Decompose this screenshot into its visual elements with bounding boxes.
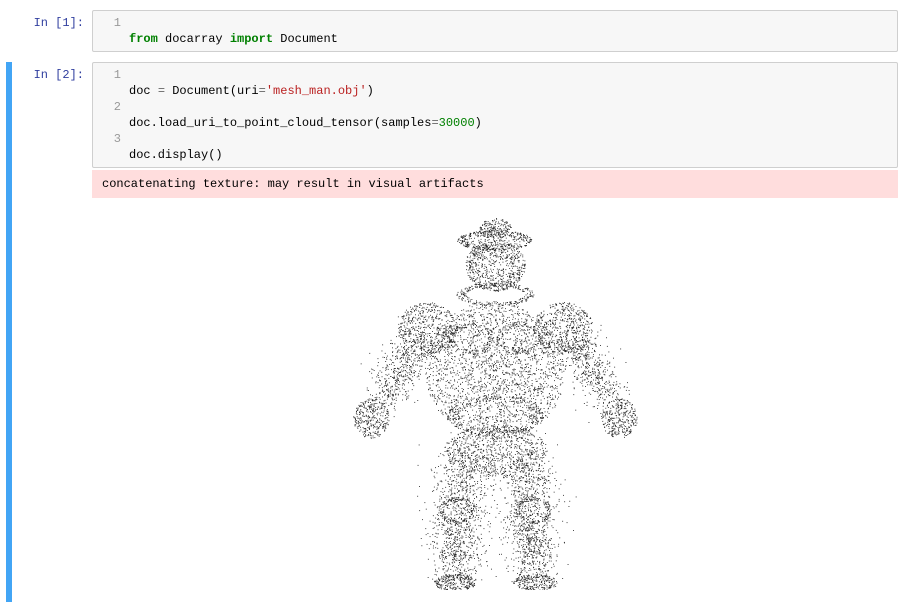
- cell-body: 1 doc = Document(uri='mesh_man.obj') 2 d…: [92, 62, 898, 602]
- code-text: from docarray import Document: [129, 15, 897, 47]
- stderr-output: concatenating texture: may result in vis…: [92, 170, 898, 198]
- cell-run-indicator: [6, 62, 12, 602]
- point-cloud-figure: [315, 210, 675, 590]
- line-number: 1: [93, 67, 129, 99]
- code-text: doc.load_uri_to_point_cloud_tensor(sampl…: [129, 99, 897, 131]
- line-number: 3: [93, 131, 129, 163]
- input-prompt: In [1]:: [12, 10, 92, 30]
- code-input-area[interactable]: 1 doc = Document(uri='mesh_man.obj') 2 d…: [92, 62, 898, 168]
- notebook-cell: In [2]: 1 doc = Document(uri='mesh_man.o…: [6, 58, 898, 606]
- code-input-area[interactable]: 1 from docarray import Document: [92, 10, 898, 52]
- code-line: 1 from docarray import Document: [93, 15, 897, 47]
- input-prompt: In [2]:: [12, 62, 92, 82]
- code-line: 2 doc.load_uri_to_point_cloud_tensor(sam…: [93, 99, 897, 131]
- notebook-cell: In [1]: 1 from docarray import Document: [6, 6, 898, 56]
- code-line: 1 doc = Document(uri='mesh_man.obj'): [93, 67, 897, 99]
- code-text: doc.display(): [129, 131, 897, 163]
- line-number: 1: [93, 15, 129, 47]
- code-line: 3 doc.display(): [93, 131, 897, 163]
- line-number: 2: [93, 99, 129, 131]
- cell-body: 1 from docarray import Document: [92, 10, 898, 52]
- code-text: doc = Document(uri='mesh_man.obj'): [129, 67, 897, 99]
- display-output[interactable]: [92, 198, 898, 602]
